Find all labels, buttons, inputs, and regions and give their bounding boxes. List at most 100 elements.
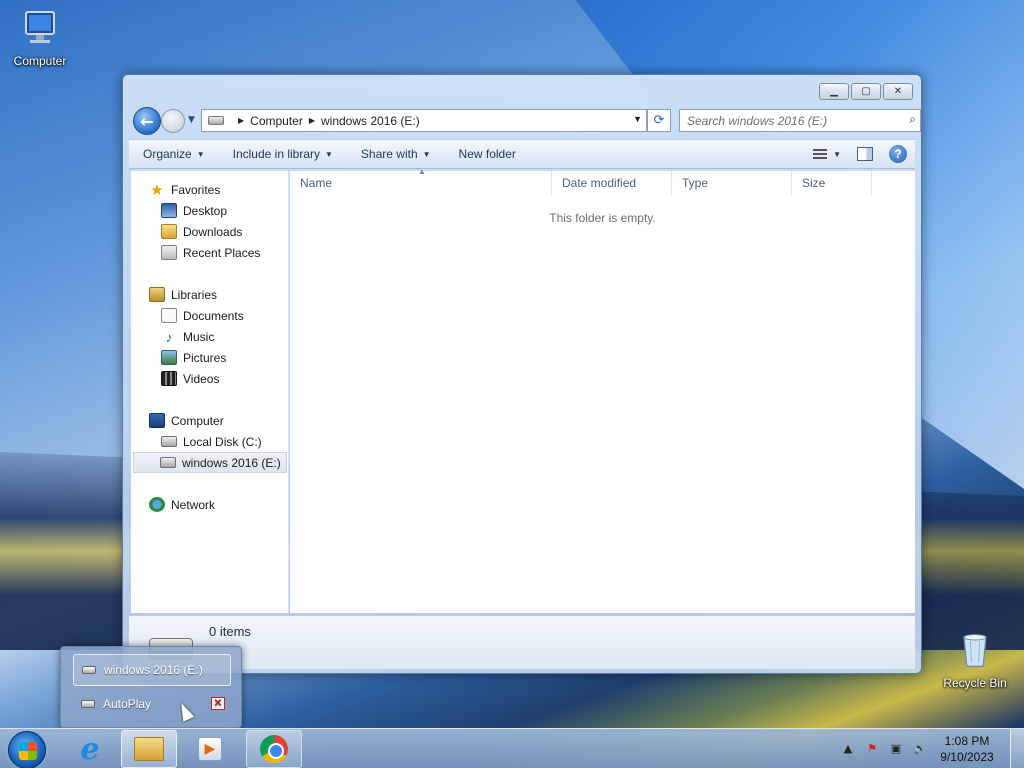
minimize-button[interactable]: ▁ bbox=[819, 83, 849, 100]
help-button[interactable]: ? bbox=[889, 145, 907, 163]
desktop-icon-recycle-bin[interactable]: Recycle Bin bbox=[935, 630, 1015, 690]
forward-button[interactable] bbox=[161, 109, 185, 133]
refresh-icon: ⟳ bbox=[653, 113, 665, 128]
drive-icon bbox=[208, 116, 224, 125]
nav-label: Pictures bbox=[183, 350, 227, 365]
show-desktop-button[interactable] bbox=[1010, 729, 1024, 768]
new-folder-label: New folder bbox=[458, 147, 516, 161]
taskbar-chrome[interactable] bbox=[246, 730, 302, 768]
preview-pane-button[interactable] bbox=[857, 147, 873, 161]
change-view-button[interactable]: ▼ bbox=[813, 149, 841, 159]
share-with-label: Share with bbox=[360, 147, 418, 161]
nav-label: Computer bbox=[171, 413, 224, 428]
back-arrow-icon: ← bbox=[140, 111, 154, 131]
breadcrumb-computer[interactable]: Computer bbox=[250, 114, 303, 128]
desktop-icon-computer[interactable]: Computer bbox=[0, 8, 80, 68]
address-dropdown-icon[interactable]: ▼ bbox=[633, 114, 642, 124]
nav-computer[interactable]: Computer bbox=[149, 410, 224, 431]
volume-muted-icon[interactable]: 🔈 bbox=[912, 741, 928, 755]
close-button[interactable]: ✕ bbox=[883, 83, 913, 100]
file-list-pane: ▲ Name Date modified Type Size This fold… bbox=[290, 167, 915, 613]
taskbar-internet-explorer[interactable]: e bbox=[62, 730, 118, 768]
autoplay-drive-icon bbox=[81, 700, 95, 708]
breadcrumb-separator-icon[interactable]: ▶ bbox=[238, 116, 244, 125]
column-header-name[interactable]: ▲ Name bbox=[290, 167, 552, 195]
taskbar-jump-popup: windows 2016 (E:) AutoPlay ✕ bbox=[60, 646, 242, 728]
taskbar-windows-explorer[interactable] bbox=[121, 730, 177, 768]
drive-icon bbox=[82, 666, 96, 674]
explorer-window: ▁ ▢ ✕ ← ▼ ▶ Computer ▶ windows 2016 (E:)… bbox=[122, 74, 922, 674]
popup-autoplay-item[interactable]: AutoPlay ✕ bbox=[73, 688, 231, 720]
nav-label: Videos bbox=[183, 371, 220, 386]
address-bar[interactable]: ▶ Computer ▶ windows 2016 (E:) ▼ bbox=[201, 109, 647, 132]
nav-music[interactable]: ♪ Music bbox=[161, 326, 215, 347]
search-input[interactable]: Search windows 2016 (E:) ⌕ bbox=[679, 109, 921, 132]
search-icon[interactable]: ⌕ bbox=[909, 112, 916, 127]
nav-videos[interactable]: Videos bbox=[161, 368, 219, 389]
nav-label: Local Disk (C:) bbox=[183, 434, 262, 449]
close-icon: ✕ bbox=[893, 86, 903, 97]
breadcrumb-drive[interactable]: windows 2016 (E:) bbox=[321, 114, 420, 128]
empty-folder-message: This folder is empty. bbox=[549, 211, 656, 225]
column-header-type[interactable]: Type bbox=[672, 171, 792, 195]
popup-drive-item[interactable]: windows 2016 (E:) bbox=[73, 654, 231, 686]
taskbar-media-player[interactable]: ▶ bbox=[182, 730, 238, 768]
recent-pages-dropdown[interactable]: ▼ bbox=[188, 115, 195, 125]
nav-windows-2016-e[interactable]: windows 2016 (E:) bbox=[133, 452, 287, 473]
back-button[interactable]: ← bbox=[133, 107, 161, 135]
desktop-icon bbox=[161, 203, 177, 218]
folder-icon bbox=[134, 737, 164, 761]
details-pane: 0 items bbox=[129, 615, 915, 669]
toolbar-right: ▼ ? bbox=[813, 145, 907, 163]
column-header-size[interactable]: Size bbox=[792, 171, 872, 195]
nav-label: windows 2016 (E:) bbox=[182, 455, 281, 470]
nav-label: Music bbox=[183, 329, 215, 344]
desktop-icon-label: Computer bbox=[13, 54, 67, 68]
chevron-down-icon: ▼ bbox=[833, 149, 841, 159]
search-placeholder: Search windows 2016 (E:) bbox=[687, 113, 828, 128]
nav-downloads[interactable]: Downloads bbox=[161, 221, 242, 242]
system-clock[interactable]: 1:08 PM 9/10/2023 bbox=[932, 733, 1002, 765]
organize-button[interactable]: Organize ▼ bbox=[129, 140, 219, 168]
favorites-star-icon: ★ bbox=[150, 181, 164, 199]
nav-pictures[interactable]: Pictures bbox=[161, 347, 226, 368]
nav-local-disk-c[interactable]: Local Disk (C:) bbox=[161, 431, 262, 452]
column-header-row: ▲ Name Date modified Type Size bbox=[290, 167, 915, 195]
action-center-flag-icon[interactable]: ⚑ bbox=[864, 741, 880, 755]
include-in-library-button[interactable]: Include in library ▼ bbox=[219, 140, 347, 168]
desktop-icon-label: Recycle Bin bbox=[943, 676, 1007, 690]
column-label: Type bbox=[682, 176, 709, 190]
new-folder-button[interactable]: New folder bbox=[445, 140, 530, 168]
breadcrumb-separator-icon[interactable]: ▶ bbox=[309, 116, 315, 125]
minimize-icon: ▁ bbox=[830, 86, 838, 97]
show-hidden-icons-chevron-icon[interactable]: ▲ bbox=[840, 741, 856, 755]
start-button[interactable] bbox=[8, 731, 46, 768]
organize-label: Organize bbox=[143, 147, 192, 161]
column-header-date-modified[interactable]: Date modified bbox=[552, 171, 672, 195]
popup-drive-label: windows 2016 (E:) bbox=[104, 663, 203, 677]
videos-film-icon bbox=[161, 371, 177, 386]
nav-documents[interactable]: Documents bbox=[161, 305, 244, 326]
media-player-icon: ▶ bbox=[198, 737, 222, 761]
clock-time: 1:08 PM bbox=[944, 734, 990, 748]
nav-favorites[interactable]: ★ Favorites bbox=[149, 179, 220, 200]
removable-drive-icon bbox=[160, 457, 176, 468]
refresh-button[interactable]: ⟳ bbox=[647, 109, 671, 132]
nav-desktop[interactable]: Desktop bbox=[161, 200, 227, 221]
nav-libraries[interactable]: Libraries bbox=[149, 284, 217, 305]
share-with-button[interactable]: Share with ▼ bbox=[347, 140, 445, 168]
nav-network[interactable]: Network bbox=[149, 494, 215, 515]
maximize-button[interactable]: ▢ bbox=[851, 83, 881, 100]
close-icon[interactable]: ✕ bbox=[211, 697, 225, 710]
maximize-icon: ▢ bbox=[861, 86, 871, 97]
local-disk-icon bbox=[161, 436, 177, 447]
taskbar: e ▶ ▲ ⚑ ▣ 🔈 1:08 PM 9/10/2023 bbox=[0, 728, 1024, 768]
chevron-down-icon: ▼ bbox=[325, 149, 333, 159]
internet-explorer-icon: e bbox=[80, 731, 100, 767]
details-view-icon bbox=[813, 149, 828, 159]
column-label: Size bbox=[802, 176, 826, 190]
network-status-icon[interactable]: ▣ bbox=[888, 741, 904, 755]
navigation-pane: ★ Favorites Desktop Downloads Recent Pla… bbox=[131, 171, 289, 613]
nav-recent-places[interactable]: Recent Places bbox=[161, 242, 260, 263]
popup-autoplay-label: AutoPlay bbox=[103, 697, 152, 711]
